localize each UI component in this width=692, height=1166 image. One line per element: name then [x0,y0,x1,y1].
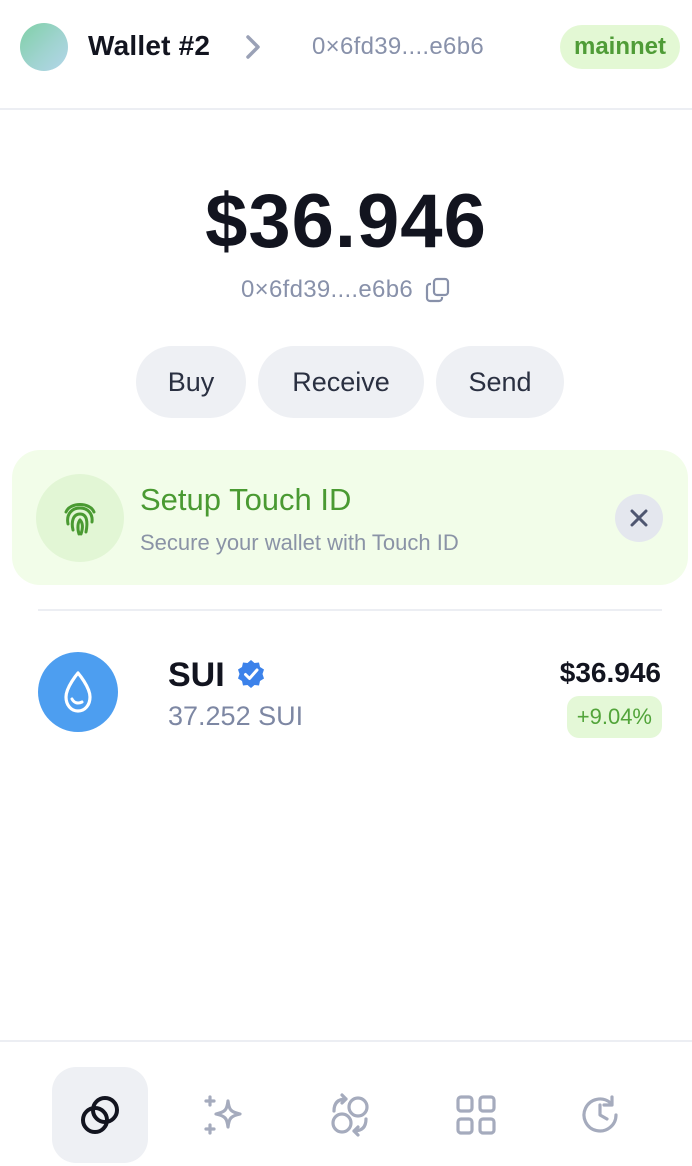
fingerprint-icon [64,503,96,536]
address-row: 0×6fd39....e6b6 [0,276,692,304]
apps-icon [456,1095,496,1135]
sui-logo [38,652,118,732]
nav-apps[interactable] [428,1067,524,1163]
header: Wallet #2 0×6fd39....e6b6 mainnet [0,0,692,110]
total-balance: $36.946 [205,179,487,264]
action-buttons: Buy Receive Send [0,346,692,418]
touch-id-banner[interactable]: Setup Touch ID Secure your wallet with T… [12,450,688,585]
swap-icon [331,1093,369,1137]
fingerprint-icon-wrap [36,474,124,562]
token-value: $36.946 [559,657,661,688]
token-amount: 37.252 SUI [168,701,304,731]
close-icon [630,509,648,527]
network-badge[interactable]: mainnet [560,25,680,69]
copy-icon[interactable] [425,276,451,304]
wallet-app: Wallet #2 0×6fd39....e6b6 mainnet $36.94… [0,0,692,1166]
touch-id-title: Setup Touch ID [140,482,352,517]
avatar[interactable] [20,23,68,71]
history-icon [582,1095,618,1133]
buy-button[interactable]: Buy [136,346,246,418]
token-symbol: SUI [168,656,225,694]
nav-swap[interactable] [302,1067,398,1163]
token-change-badge: +9.04% [566,696,662,738]
sui-drop-icon [64,671,92,713]
wallet-name[interactable]: Wallet #2 [88,30,210,62]
divider [38,609,662,611]
nav-history[interactable] [552,1067,648,1163]
bottom-nav [0,1040,692,1166]
wallet-address: 0×6fd39....e6b6 [241,276,413,303]
home-icon [81,1096,119,1134]
sparkle-icon [204,1095,242,1135]
header-address[interactable]: 0×6fd39....e6b6 [312,33,484,61]
touch-id-subtitle: Secure your wallet with Touch ID [140,530,459,555]
send-button[interactable]: Send [436,346,564,418]
verified-badge-icon [238,660,264,688]
nav-sparkle[interactable] [176,1067,272,1163]
token-row[interactable]: SUI 37.252 SUI $36.946 +9.04% [0,640,692,750]
chevron-right-icon[interactable] [240,33,266,61]
close-button[interactable] [615,494,663,542]
receive-button[interactable]: Receive [258,346,424,418]
nav-home[interactable] [52,1067,148,1163]
